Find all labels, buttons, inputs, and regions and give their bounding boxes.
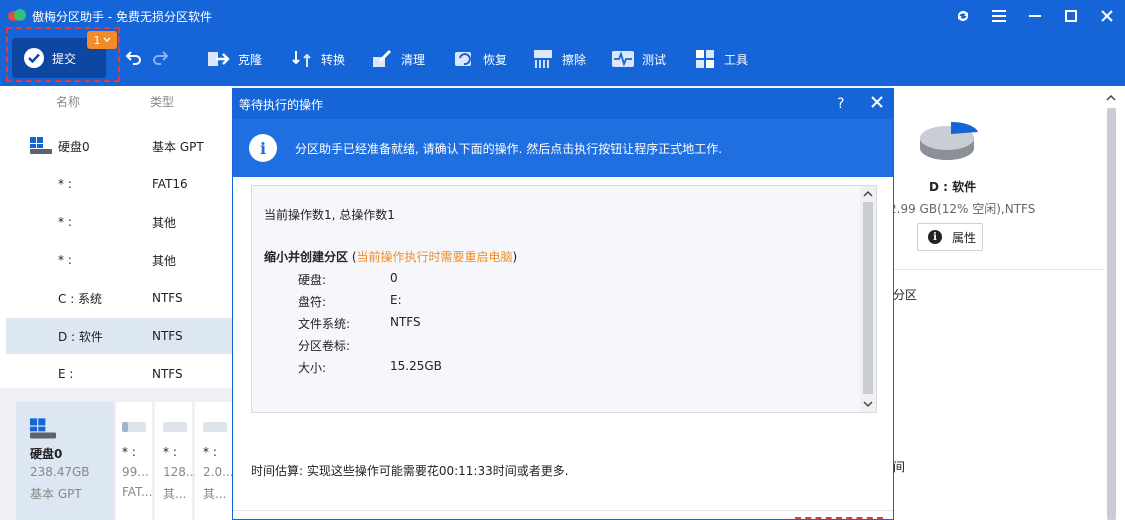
dialog-close-icon[interactable] bbox=[871, 96, 883, 112]
info-icon: i bbox=[928, 230, 942, 244]
partial-label: 分区 bbox=[893, 288, 918, 302]
redo-icon[interactable] bbox=[152, 49, 169, 68]
partition-card[interactable]: * : 128... 其... bbox=[155, 402, 197, 520]
window-title: 傲梅分区助手 - 免费无损分区软件 bbox=[32, 9, 212, 24]
help-icon[interactable]: ? bbox=[837, 96, 844, 112]
drive-label: D : 软件 bbox=[929, 180, 977, 194]
partition-row-e[interactable]: E : NTFS bbox=[0, 356, 232, 392]
operation-title: 缩小并创建分区 bbox=[264, 250, 349, 264]
tool-tools[interactable]: 工具 bbox=[694, 46, 748, 72]
partition-row-disk0[interactable]: 硬盘0 基本 GPT bbox=[0, 128, 232, 164]
dialog-info-banner: i 分区助手已经准备就绪, 请确认下面的操作. 然后点击执行按钮让程序正式地工作… bbox=[233, 119, 893, 177]
undo-icon[interactable] bbox=[125, 49, 142, 68]
partition-row-d-selected[interactable]: D : 软件 NTFS bbox=[6, 318, 232, 354]
column-header-type[interactable]: 类型 bbox=[150, 93, 174, 110]
clean-icon bbox=[371, 49, 393, 69]
refresh-icon[interactable] bbox=[945, 0, 981, 32]
maximize-icon[interactable] bbox=[1053, 0, 1089, 32]
disk-card-disk0[interactable]: 硬盘0 238.47GB 基本 GPT bbox=[16, 402, 114, 520]
partition-row[interactable]: * : 其他 bbox=[0, 204, 232, 240]
operation-count: 当前操作数1, 总操作数1 bbox=[264, 208, 395, 222]
pending-operations-dialog: 等待执行的操作 ? i 分区助手已经准备就绪, 请确认下面的操作. 然后点击执行… bbox=[232, 88, 894, 520]
disk-icon bbox=[30, 137, 52, 154]
title-bar: 傲梅分区助手 - 免费无损分区软件 bbox=[0, 0, 1125, 32]
tool-clone[interactable]: 克隆 bbox=[208, 46, 262, 72]
right-scrollbar[interactable] bbox=[1104, 92, 1118, 520]
wipe-icon bbox=[532, 49, 554, 69]
tool-test[interactable]: 测试 bbox=[612, 46, 666, 72]
operation-list: 当前操作数1, 总操作数1 缩小并创建分区 (当前操作执行时需要重启电脑) 硬盘… bbox=[251, 185, 877, 413]
operation-item[interactable]: 缩小并创建分区 (当前操作执行时需要重启电脑) bbox=[264, 248, 517, 265]
operation-note: 当前操作执行时需要重启电脑 bbox=[356, 250, 513, 264]
drive-info: 2.99 GB(12% 空闲),NTFS bbox=[889, 202, 1036, 216]
scroll-thumb[interactable] bbox=[1107, 108, 1116, 520]
column-header-name[interactable]: 名称 bbox=[56, 93, 80, 110]
tool-clean[interactable]: 清理 bbox=[371, 46, 425, 72]
info-icon: i bbox=[249, 134, 277, 162]
partition-card[interactable]: * : 99... FAT... bbox=[116, 402, 152, 520]
partition-card[interactable]: * : 2.0... 其... bbox=[195, 402, 234, 520]
submit-label: 提交 bbox=[52, 51, 77, 66]
test-icon bbox=[612, 49, 634, 69]
close-window-icon[interactable] bbox=[1089, 0, 1125, 32]
scroll-thumb[interactable] bbox=[863, 202, 873, 394]
partition-row[interactable]: * : 其他 bbox=[0, 242, 232, 278]
check-icon bbox=[24, 48, 44, 68]
scroll-up-icon[interactable] bbox=[1106, 94, 1116, 102]
recover-icon bbox=[453, 49, 475, 69]
disk-icon bbox=[30, 418, 56, 439]
minimize-icon[interactable] bbox=[1017, 0, 1053, 32]
tool-convert[interactable]: 转换 bbox=[291, 46, 345, 72]
convert-icon bbox=[291, 49, 313, 69]
partition-row[interactable]: * : FAT16 bbox=[0, 166, 232, 202]
properties-button[interactable]: i 属性 bbox=[917, 223, 983, 251]
time-estimate: 时间估算: 实现这些操作可能需要花00:11:33时间或者更多. bbox=[251, 464, 569, 478]
dialog-info-text: 分区助手已经准备就绪, 请确认下面的操作. 然后点击执行按钮让程序正式地工作. bbox=[295, 141, 723, 156]
scroll-up-icon[interactable] bbox=[863, 190, 873, 198]
tool-wipe[interactable]: 擦除 bbox=[532, 46, 586, 72]
clone-icon bbox=[208, 49, 230, 69]
partition-detail-panel: D : 软件 2.99 GB(12% 空闲),NTFS i 属性 分区 间 bbox=[889, 86, 1125, 520]
pie-chart-icon bbox=[920, 121, 978, 160]
tools-icon bbox=[694, 49, 716, 69]
dialog-title: 等待执行的操作 bbox=[239, 97, 324, 112]
chevron-down-icon bbox=[102, 37, 111, 43]
divider bbox=[233, 510, 893, 511]
divider bbox=[893, 269, 1104, 270]
tool-recover[interactable]: 恢复 bbox=[453, 46, 507, 72]
partition-row-c[interactable]: C : 系统 NTFS bbox=[0, 280, 232, 316]
dialog-title-bar: 等待执行的操作 ? bbox=[233, 89, 893, 119]
operation-list-scrollbar[interactable] bbox=[860, 186, 876, 412]
menu-icon[interactable] bbox=[981, 0, 1017, 32]
scroll-down-icon[interactable] bbox=[863, 400, 873, 408]
partial-label: 间 bbox=[893, 460, 906, 474]
app-logo-icon bbox=[8, 7, 26, 25]
pending-count-badge[interactable]: 1 bbox=[87, 31, 117, 49]
